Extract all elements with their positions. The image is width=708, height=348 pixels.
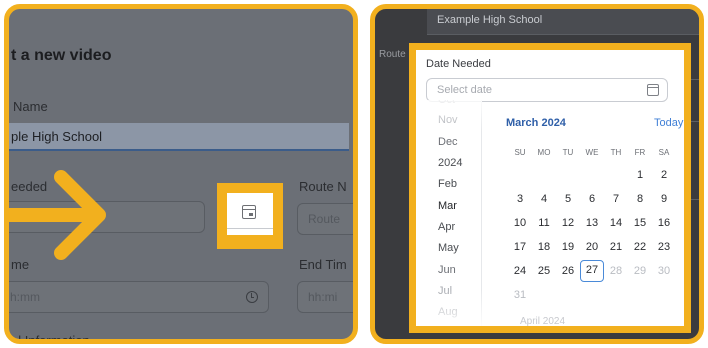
calendar-icon[interactable] [647, 84, 659, 96]
month-item[interactable]: May [438, 242, 459, 254]
date-needed-input[interactable]: Select date [426, 78, 668, 102]
date-needed-label: Date Needed [426, 58, 491, 70]
month-item[interactable]: Aug [438, 306, 458, 318]
additional-info-label: al Information [11, 333, 90, 344]
date-cell[interactable]: 10 [508, 212, 532, 234]
calendar-button[interactable] [227, 193, 273, 235]
school-name-input[interactable]: Example High School [427, 9, 699, 35]
weekday-label: SA [658, 148, 670, 157]
name-label: Name [13, 99, 48, 114]
month-item[interactable]: Oct [438, 100, 455, 106]
date-cell[interactable]: 7 [604, 188, 628, 210]
date-cell[interactable]: 20 [580, 236, 604, 258]
date-cell: 29 [633, 265, 647, 277]
school-name-input[interactable]: ple High School [9, 123, 349, 151]
clock-icon[interactable] [246, 291, 258, 303]
left-screenshot-panel: t a new video Name ple High School eeded… [4, 4, 358, 344]
date-cell[interactable]: 21 [604, 236, 628, 258]
month-item[interactable]: Nov [438, 114, 458, 126]
date-cell[interactable]: 4 [532, 188, 556, 210]
date-cell[interactable]: 15 [628, 212, 652, 234]
date-cell[interactable]: 9 [652, 188, 676, 210]
date-cell[interactable]: 3 [508, 188, 532, 210]
date-cell: 28 [609, 265, 623, 277]
arrow-icon [9, 170, 106, 260]
date-cell[interactable]: 19 [556, 236, 580, 258]
calendar-month-title: March 2024 [506, 117, 566, 129]
end-time-label: End Tim [299, 257, 347, 272]
date-cell[interactable]: 26 [556, 260, 580, 282]
weekday-label: FR [634, 148, 646, 157]
month-item[interactable]: 2024 [438, 157, 462, 169]
date-cell: 31 [513, 289, 527, 301]
date-cell[interactable]: 13 [580, 212, 604, 234]
date-cell[interactable]: 22 [628, 236, 652, 258]
divider [691, 79, 699, 91]
weekday-label: TH [610, 148, 622, 157]
date-cell: 30 [657, 265, 671, 277]
date-cell[interactable]: 25 [532, 260, 556, 282]
month-item[interactable]: Apr [438, 221, 455, 233]
month-item[interactable]: Dec [438, 136, 458, 148]
weekday-label: WE [585, 148, 599, 157]
weekday-label: TU [562, 148, 574, 157]
next-month-label: April 2024 [520, 316, 566, 327]
date-cell[interactable]: 2 [652, 164, 676, 186]
divider [691, 199, 699, 211]
date-cell[interactable]: 14 [604, 212, 628, 234]
route-placeholder: Route [308, 212, 341, 226]
date-cell[interactable]: 18 [532, 236, 556, 258]
date-cell[interactable]: 5 [556, 188, 580, 210]
route-column-label: Route [379, 49, 406, 60]
weekday-label: SU [514, 148, 526, 157]
month-item[interactable]: Jun [438, 264, 456, 276]
calendar-icon-highlight [217, 183, 283, 249]
calendar-icon[interactable] [242, 205, 256, 219]
time-placeholder: h:mm [10, 290, 40, 304]
today-button[interactable]: Today [654, 117, 683, 129]
divider [227, 228, 273, 229]
end-time-placeholder: hh:mi [308, 290, 338, 304]
end-time-input[interactable]: hh:mi [297, 281, 353, 313]
date-cell[interactable]: 12 [556, 212, 580, 234]
date-cell[interactable]: 23 [652, 236, 676, 258]
date-cell[interactable]: 8 [628, 188, 652, 210]
date-cell[interactable]: 11 [532, 212, 556, 234]
route-label: Route N [299, 179, 347, 194]
school-name-value: Example High School [437, 14, 543, 26]
date-cell[interactable]: 1 [628, 164, 652, 186]
month-item[interactable]: Feb [438, 178, 457, 190]
time-input[interactable]: h:mm [9, 281, 269, 313]
month-item[interactable]: Jul [438, 285, 452, 297]
date-placeholder: Select date [437, 84, 493, 96]
date-cell[interactable]: 24 [508, 260, 532, 282]
school-name-value: ple High School [11, 129, 103, 144]
right-screenshot-panel: Example High School Route Date Needed Se… [370, 4, 704, 344]
month-item[interactable]: Mar [438, 200, 457, 212]
weekday-label: MO [537, 148, 551, 157]
divider [691, 121, 699, 133]
month-list[interactable]: Oct Nov Dec 2024 Feb Mar Apr May Jun Jul Aug [426, 100, 482, 326]
selected-date-cell[interactable]: 27 [580, 260, 604, 282]
date-picker-highlight: Date Needed Select date Oct Nov Dec 2024 Feb… [409, 43, 691, 333]
date-cell[interactable]: 6 [580, 188, 604, 210]
date-cell[interactable]: 16 [652, 212, 676, 234]
dialog-title: t a new video [11, 47, 112, 64]
route-input[interactable]: Route [297, 203, 353, 235]
date-cell[interactable]: 17 [508, 236, 532, 258]
